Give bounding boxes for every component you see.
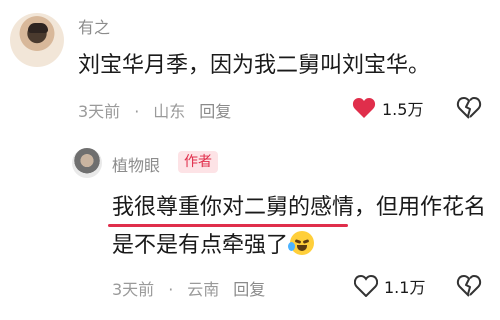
meta-separator: · bbox=[134, 102, 140, 121]
heart-icon bbox=[352, 98, 376, 118]
reply-text-line2: 是不是有点牵强了 bbox=[112, 226, 315, 266]
comment-location: 山东 bbox=[153, 102, 186, 121]
comment-text: 刘宝华月季，因为我二舅叫刘宝华。 bbox=[78, 53, 431, 78]
comment-like-button[interactable]: 1.5万 bbox=[352, 96, 423, 120]
reply-meta: 3天前 · 云南 回复 bbox=[112, 276, 279, 300]
reply-text-line2-content: 是不是有点牵强了 bbox=[112, 233, 289, 258]
reply-like-count: 1.1万 bbox=[384, 278, 426, 297]
comment-reply-button[interactable]: 回复 bbox=[199, 102, 231, 121]
commenter-username[interactable]: 有之 bbox=[78, 14, 110, 38]
reply-text-line1: 我很尊重你对二舅的感情，但用作花名 bbox=[112, 195, 487, 220]
author-badge: 作者 bbox=[178, 151, 218, 173]
meta-separator: · bbox=[168, 280, 174, 299]
reply-like-button[interactable]: 1.1万 bbox=[354, 274, 425, 298]
tear-shape bbox=[288, 242, 296, 251]
crying-laughing-emoji bbox=[288, 231, 315, 255]
reply-time: 3天前 bbox=[112, 280, 155, 299]
mouth-shape bbox=[297, 245, 308, 251]
commenter-avatar[interactable] bbox=[10, 13, 64, 67]
broken-heart-icon[interactable] bbox=[456, 96, 482, 120]
comment-time: 3天前 bbox=[78, 102, 121, 121]
comment-like-count: 1.5万 bbox=[382, 100, 424, 119]
heart-outline-icon bbox=[354, 275, 378, 297]
reply-location: 云南 bbox=[187, 280, 220, 299]
reply-reply-button[interactable]: 回复 bbox=[233, 280, 265, 299]
author-username[interactable]: 植物眼 bbox=[112, 152, 160, 176]
author-avatar[interactable] bbox=[72, 148, 102, 178]
broken-heart-icon[interactable] bbox=[456, 274, 482, 298]
comment-meta: 3天前 · 山东 回复 bbox=[78, 98, 245, 122]
